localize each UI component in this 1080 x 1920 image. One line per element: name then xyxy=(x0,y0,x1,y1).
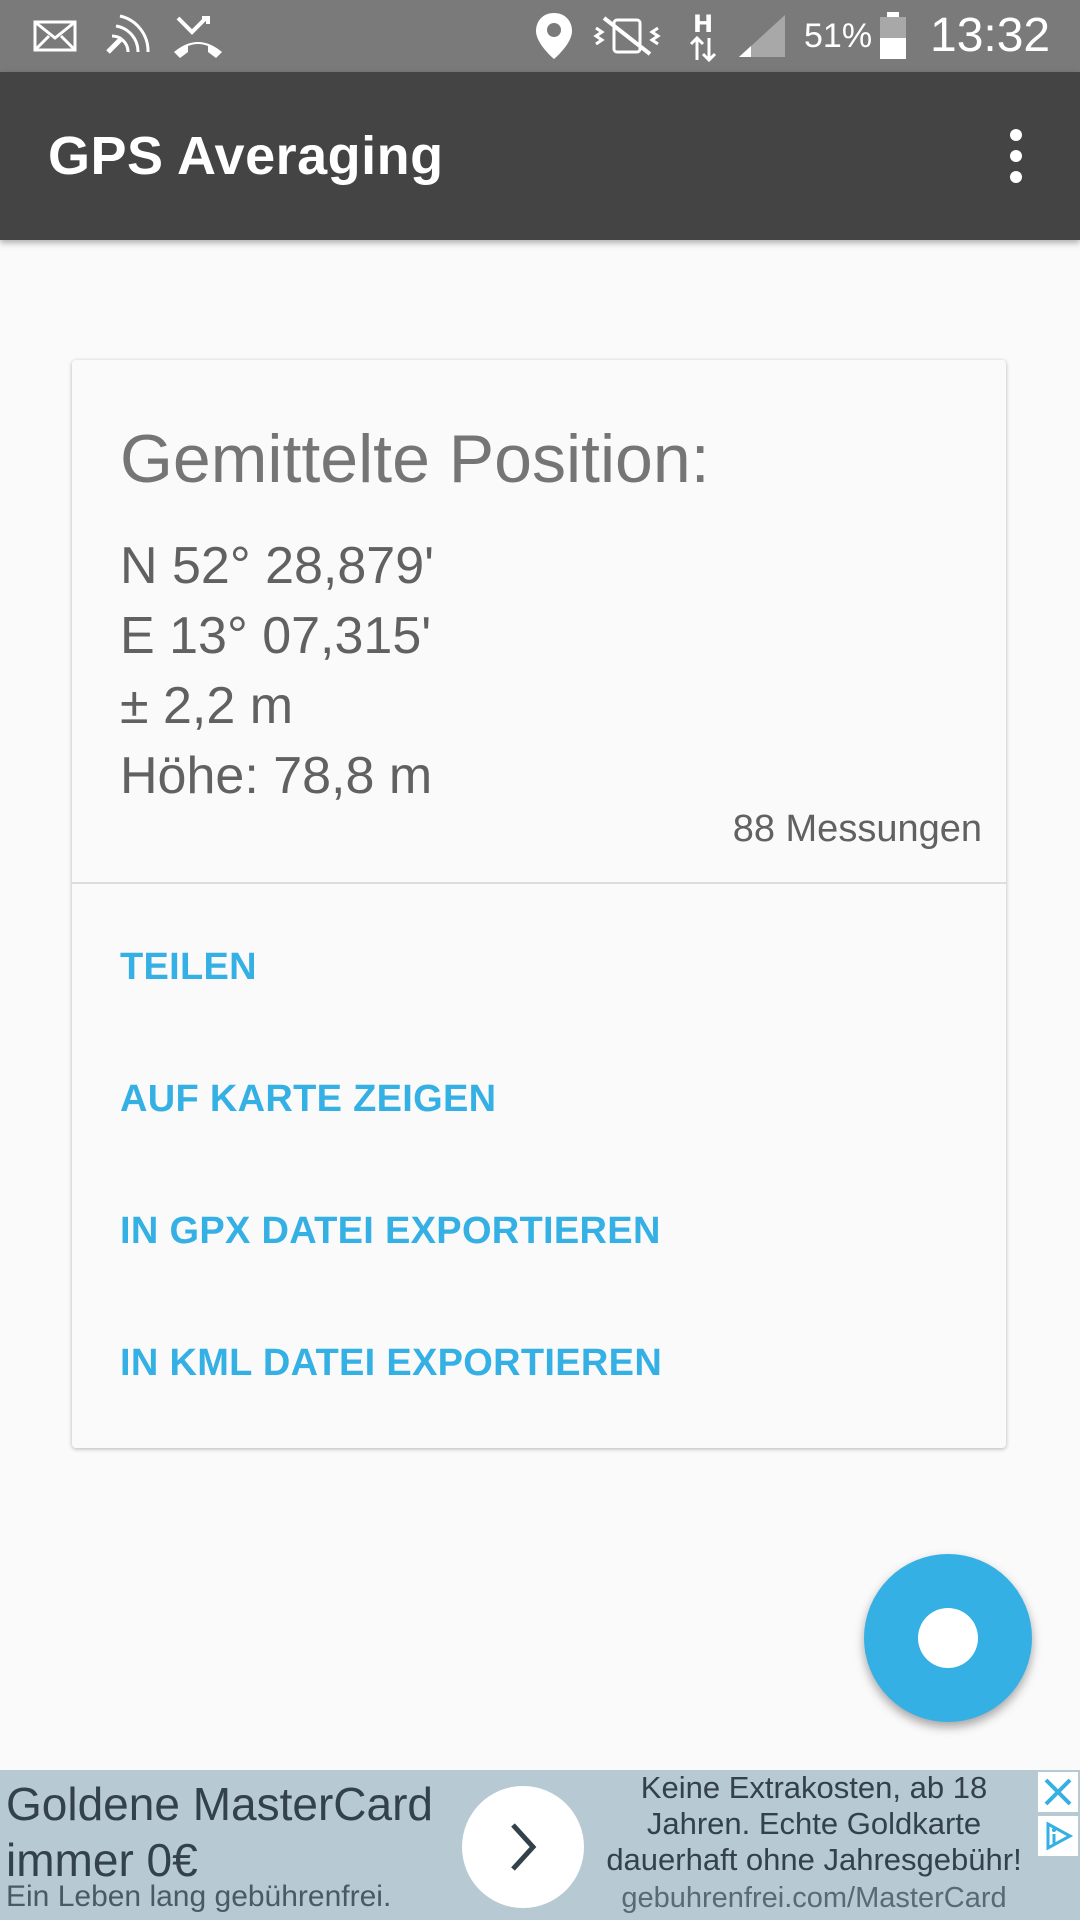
averaged-position-card: Gemittelte Position: N 52° 28,879' E 13°… xyxy=(72,360,1006,1448)
mail-icon xyxy=(30,12,80,60)
card-title: Gemittelte Position: xyxy=(120,421,710,497)
svg-text:H: H xyxy=(693,10,713,38)
ad-subline[interactable]: Ein Leben lang gebührenfrei. xyxy=(6,1880,391,1914)
app-title: GPS Averaging xyxy=(48,126,444,186)
share-button[interactable]: TEILEN xyxy=(120,946,257,989)
battery-percent: 51% xyxy=(804,17,873,55)
altitude-value: Höhe: 78,8 m xyxy=(120,747,433,805)
ad-banner[interactable]: Goldene MasterCard immer 0€ Ein Leben la… xyxy=(0,1770,1080,1920)
vibrate-off-icon xyxy=(590,12,664,60)
card-divider xyxy=(72,882,1006,884)
record-icon xyxy=(918,1608,978,1668)
more-vert-icon[interactable] xyxy=(976,116,1056,196)
record-button[interactable] xyxy=(864,1554,1032,1722)
ad-choices-icon[interactable] xyxy=(1038,1816,1078,1856)
signal-icon xyxy=(734,12,790,60)
ad-body-text[interactable]: Keine Extrakosten, ab 18 Jahren. Echte G… xyxy=(596,1770,1032,1878)
ad-close-icon[interactable] xyxy=(1038,1772,1078,1812)
ad-headline[interactable]: Goldene MasterCard immer 0€ xyxy=(6,1776,446,1888)
export-kml-button[interactable]: IN KML DATEI EXPORTIEREN xyxy=(120,1342,662,1385)
ad-open-button[interactable] xyxy=(462,1786,584,1908)
nfc-icon xyxy=(100,12,154,60)
chevron-right-icon xyxy=(511,1823,537,1871)
ad-url[interactable]: gebuhrenfrei.com/MasterCard xyxy=(596,1882,1032,1915)
measurement-count: 88 Messungen xyxy=(732,808,982,850)
status-bar: H 51% 13:32 xyxy=(0,0,1080,72)
status-time: 13:32 xyxy=(930,9,1051,62)
location-icon xyxy=(532,12,576,60)
missed-call-icon xyxy=(170,12,226,60)
battery-icon xyxy=(876,12,910,60)
network-h-icon: H xyxy=(686,10,722,62)
latitude-value: N 52° 28,879' xyxy=(120,537,435,595)
export-gpx-button[interactable]: IN GPX DATEI EXPORTIEREN xyxy=(120,1210,661,1253)
app-bar: GPS Averaging xyxy=(0,72,1080,240)
longitude-value: E 13° 07,315' xyxy=(120,607,432,665)
show-on-map-button[interactable]: AUF KARTE ZEIGEN xyxy=(120,1078,496,1121)
accuracy-value: ± 2,2 m xyxy=(120,677,294,735)
